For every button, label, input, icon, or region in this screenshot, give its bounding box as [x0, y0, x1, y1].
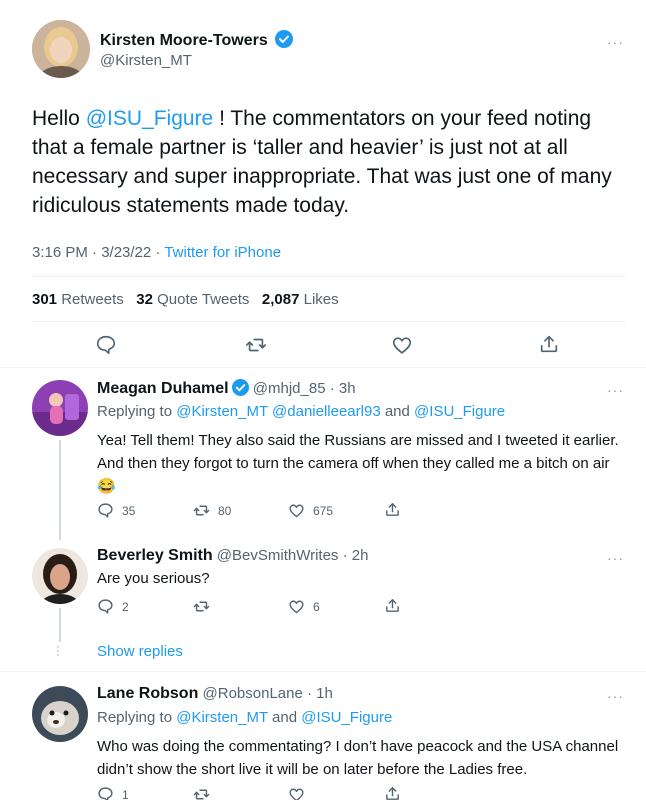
tweet-meta: @RobsonLane · 1h — [202, 685, 333, 702]
like-action[interactable] — [288, 786, 305, 800]
verified-icon — [275, 30, 294, 53]
like-icon — [289, 600, 304, 614]
avatar-lane[interactable] — [32, 686, 88, 742]
reply-icon — [98, 787, 113, 800]
reply-action[interactable]: 2 — [97, 598, 129, 615]
retweet-icon — [193, 601, 210, 612]
more-options-icon[interactable]: ··· — [607, 34, 624, 50]
show-replies-link[interactable]: Show replies — [97, 643, 183, 660]
reply-action[interactable]: 35 — [97, 502, 135, 519]
reply-icon — [98, 599, 113, 614]
reply-text: Are you serious? — [97, 570, 210, 587]
share-icon — [386, 599, 399, 612]
replying-to: Replying to @Kirsten_MT @danielleearl93 … — [97, 403, 506, 420]
verified-icon — [231, 379, 249, 400]
like-icon — [289, 788, 304, 800]
avatar-kirsten[interactable] — [32, 20, 90, 78]
tweet-source-link[interactable]: Twitter for iPhone — [164, 244, 281, 261]
reply-icon[interactable] — [95, 334, 117, 356]
author-name[interactable]: Kirsten Moore-Towers — [100, 32, 268, 49]
like-action[interactable]: 6 — [288, 598, 320, 615]
mention-link[interactable]: @danielleearl93 — [272, 403, 381, 420]
retweet-action[interactable]: 80 — [193, 502, 231, 519]
reply-action[interactable]: 1 — [97, 786, 129, 800]
share-icon[interactable] — [538, 333, 560, 355]
like-action[interactable]: 675 — [288, 502, 333, 519]
tweet-meta: @BevSmithWrites · 2h — [216, 547, 369, 564]
mention-link[interactable]: @ISU_Figure — [86, 107, 214, 130]
retweet-count: 80 — [218, 503, 232, 518]
tweet-text: Hello @ISU_Figure ! The commentators on … — [32, 107, 612, 217]
reply-count: 1 — [122, 787, 129, 800]
retweet-action[interactable] — [193, 598, 210, 615]
like-icon — [289, 504, 304, 518]
more-options-icon[interactable]: ··· — [607, 550, 624, 566]
share-icon — [386, 503, 399, 516]
share-action[interactable] — [384, 501, 401, 518]
more-options-icon[interactable]: ··· — [607, 382, 624, 398]
likes-stat[interactable]: 2,087 Likes — [262, 291, 339, 308]
avatar-beverley[interactable] — [32, 548, 88, 604]
reply-text: Yea! Tell them! They also said the Russi… — [97, 432, 619, 495]
reply-count: 2 — [122, 599, 129, 614]
quote-tweets-stat[interactable]: 32 Quote Tweets — [136, 291, 249, 308]
thread-dots-icon: · · · — [56, 639, 60, 661]
share-icon — [386, 787, 399, 800]
retweet-icon[interactable] — [245, 334, 267, 356]
retweet-action[interactable] — [193, 786, 210, 800]
mention-link[interactable]: @Kirsten_MT — [176, 709, 268, 726]
mention-link[interactable]: @Kirsten_MT — [176, 403, 268, 420]
retweet-icon — [193, 789, 210, 800]
author-name[interactable]: Beverley Smith — [97, 547, 213, 564]
tweet-stats: 301 Retweets 32 Quote Tweets 2,087 Likes — [32, 291, 339, 308]
more-options-icon[interactable]: ··· — [607, 688, 624, 704]
mention-link[interactable]: @ISU_Figure — [414, 403, 505, 420]
avatar-meagan[interactable] — [32, 380, 88, 436]
reply-count: 35 — [122, 503, 136, 518]
tweet-meta: @mhjd_85 · 3h — [252, 380, 356, 397]
like-count: 6 — [313, 599, 320, 614]
reply-icon — [98, 503, 113, 518]
retweets-stat[interactable]: 301 Retweets — [32, 291, 124, 308]
like-icon[interactable] — [391, 334, 413, 356]
retweet-icon — [193, 505, 210, 516]
tweet-timestamp: 3:16 PM · 3/23/22 · Twitter for iPhone — [32, 244, 282, 261]
reply-text: Who was doing the commentating? I don’t … — [97, 738, 619, 778]
author-handle[interactable]: @Kirsten_MT — [100, 52, 192, 69]
like-count: 675 — [313, 503, 334, 518]
replying-to: Replying to @Kirsten_MT and @ISU_Figure — [97, 709, 393, 726]
author-name[interactable]: Lane Robson — [97, 685, 198, 702]
share-action[interactable] — [384, 597, 401, 614]
mention-link[interactable]: @ISU_Figure — [301, 709, 392, 726]
author-name[interactable]: Meagan Duhamel — [97, 380, 229, 397]
share-action[interactable] — [384, 785, 401, 800]
